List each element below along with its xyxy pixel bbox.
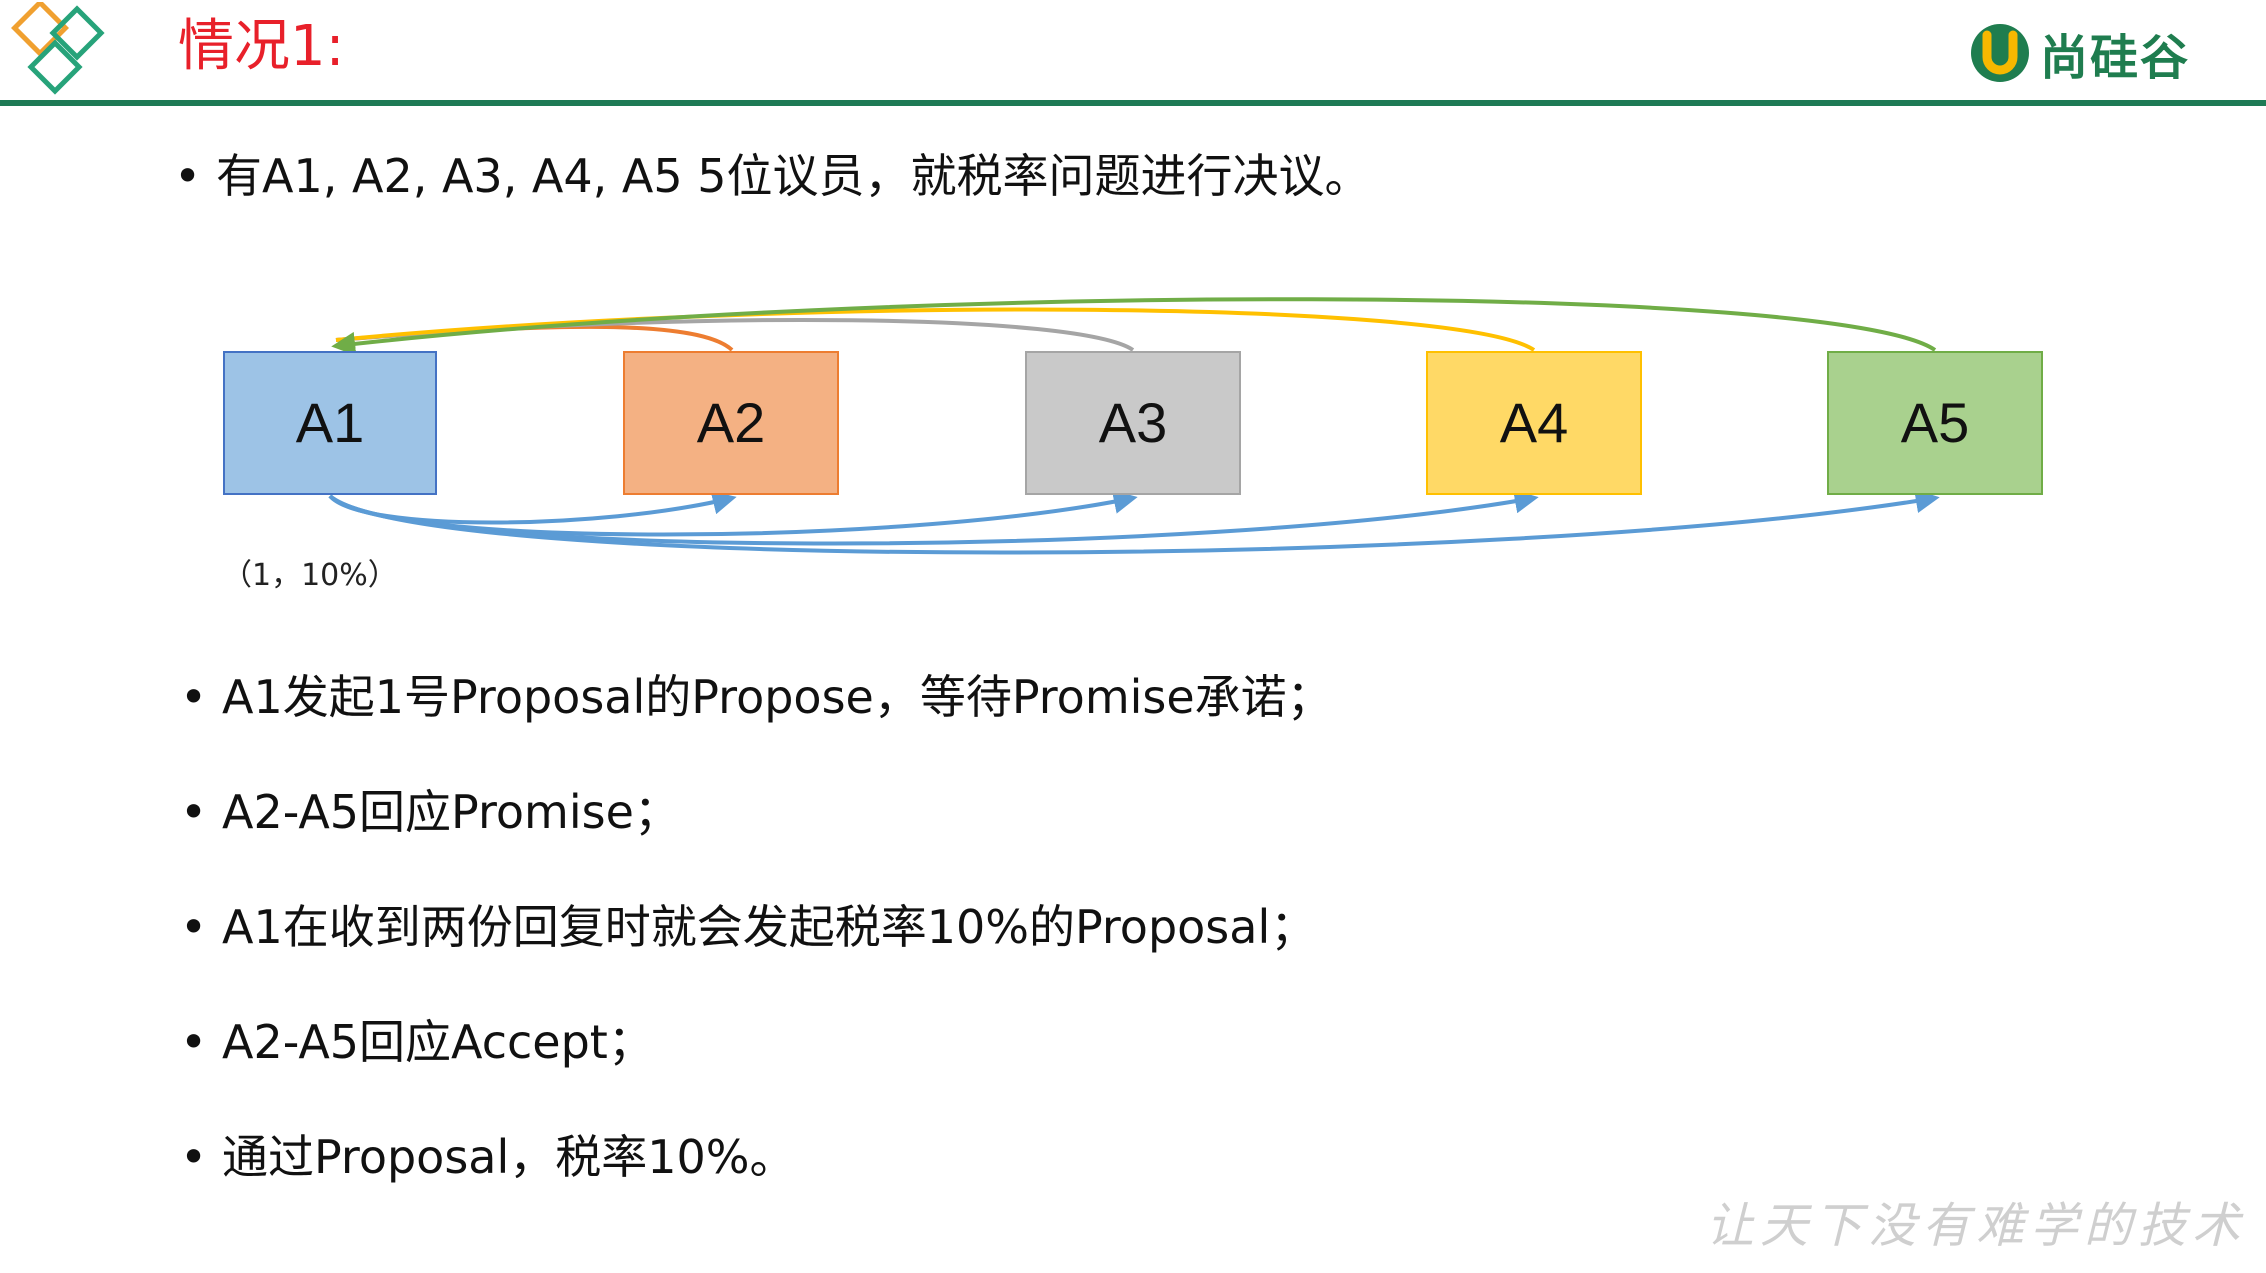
node-a4: A4: [1426, 351, 1642, 495]
edge-a5-to-a1: [331, 297, 1937, 356]
acceptor-diagram: A1 A2 A3 A4 A5: [223, 297, 2043, 555]
node-a3: A3: [1025, 351, 1241, 495]
edge-a1-to-a5: [328, 489, 1940, 555]
node-label: A1: [296, 391, 365, 454]
slide: 情况1: 尚硅谷 • 有A1, A2, A3, A4, A5 5位议员，就税率问题…: [0, 0, 2266, 1273]
node-label: A4: [1500, 391, 1569, 454]
node-a5: A5: [1827, 351, 2043, 495]
node-label: A2: [697, 391, 766, 454]
node-label: A3: [1099, 391, 1168, 454]
node-a1: A1: [223, 351, 437, 495]
node-label: A5: [1901, 391, 1970, 454]
watermark: 让天下没有难学的技术: [1706, 1198, 2247, 1254]
proposal-annotation: （1，10%）: [222, 558, 398, 593]
node-a2: A2: [623, 351, 839, 495]
